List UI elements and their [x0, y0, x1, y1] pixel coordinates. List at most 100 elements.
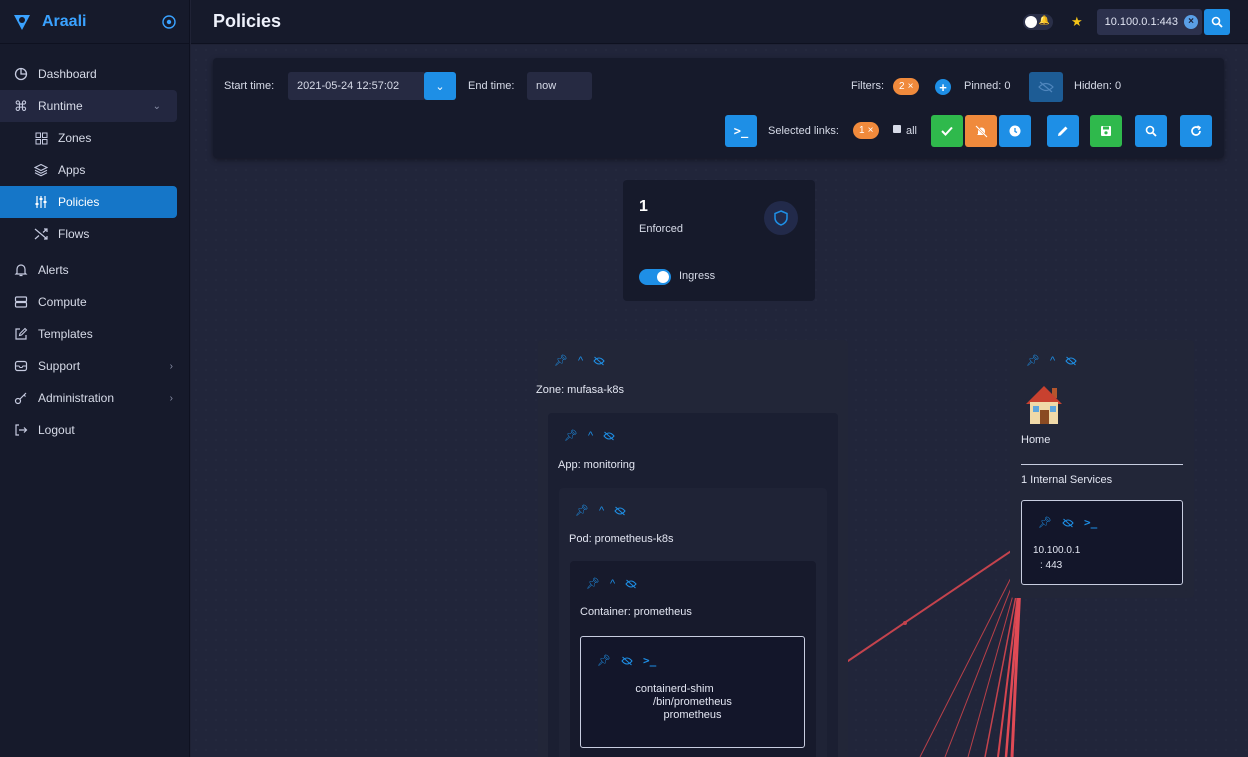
collapse-icon[interactable]: ^ [578, 355, 583, 367]
zoom-icon [1211, 16, 1223, 28]
terminal-icon[interactable]: >_ [1084, 516, 1097, 529]
grid-icon [32, 129, 50, 147]
save-button[interactable] [1090, 115, 1122, 147]
search-input[interactable]: 10.100.0.1:443 × [1096, 8, 1202, 35]
process-name: containerd-shim /bin/prometheus promethe… [581, 683, 804, 722]
sidebar-item-label: Zones [58, 131, 92, 145]
node-actions: 📌︎ ^ [586, 577, 637, 590]
eye-off-icon[interactable] [614, 506, 626, 516]
container-label: Container: prometheus [580, 606, 692, 618]
deny-button[interactable] [965, 115, 997, 147]
sidebar-item-apps[interactable]: Apps [0, 154, 189, 186]
pod-label: Pod: prometheus-k8s [569, 533, 674, 545]
filters-label: Filters: [851, 80, 884, 92]
sidebar-item-zones[interactable]: Zones [0, 122, 189, 154]
eye-off-icon[interactable] [1062, 518, 1074, 528]
shield-icon [764, 201, 798, 235]
sidebar-item-support[interactable]: Support › [0, 350, 189, 382]
clock-pie-icon [12, 65, 30, 83]
enforced-label: Enforced [639, 223, 684, 235]
top-bar-actions: 🔔 ★ 10.100.0.1:443 × [1022, 8, 1248, 35]
chevron-down-icon: ⌄ [152, 100, 161, 112]
filters-count-badge[interactable]: 2 × [893, 78, 920, 95]
collapse-icon[interactable]: ^ [599, 505, 604, 517]
start-time-input[interactable]: 2021-05-24 12:57:02 [288, 72, 426, 100]
process-line: /bin/prometheus [653, 696, 732, 708]
collapse-icon[interactable]: ^ [610, 578, 615, 590]
edit-button[interactable] [1047, 115, 1079, 147]
save-icon [1101, 126, 1111, 136]
sidebar-item-runtime[interactable]: ⌘ Runtime ⌄ [0, 90, 177, 122]
star-icon[interactable]: ★ [1071, 14, 1083, 30]
sidebar-item-compute[interactable]: Compute [0, 286, 189, 318]
home-label: Home [1021, 434, 1051, 446]
server-icon [12, 293, 30, 311]
pinned-count: Pinned: 0 [964, 80, 1011, 92]
sidebar-item-label: Dashboard [38, 67, 97, 81]
allow-button[interactable] [931, 115, 963, 147]
sidebar-item-logout[interactable]: Logout [0, 414, 189, 446]
bell-icon [12, 261, 30, 279]
zoom-icon [1145, 125, 1157, 137]
zoom-fit-button[interactable] [1135, 115, 1167, 147]
terminal-icon[interactable]: >_ [643, 654, 656, 667]
node-actions: 📌︎ >_ [1038, 516, 1097, 529]
node-actions: 📌︎ ^ [554, 354, 605, 367]
eye-off-icon[interactable] [1065, 356, 1077, 366]
target-icon[interactable] [161, 14, 177, 30]
check-icon [941, 126, 953, 136]
sidebar-item-label: Administration [38, 391, 115, 405]
pin-icon[interactable]: 📌︎ [1026, 354, 1040, 367]
top-bar: Policies 🔔 ★ 10.100.0.1:443 × [191, 0, 1248, 44]
process-node[interactable]: 📌︎ >_ containerd-shim /bin/prometheus pr… [580, 636, 805, 748]
refresh-button[interactable] [1180, 115, 1212, 147]
brand-name: Araali [42, 12, 87, 30]
add-filter-button[interactable]: + [935, 79, 951, 95]
clear-icon[interactable]: × [1184, 14, 1198, 29]
terminal-button[interactable]: >_ [725, 115, 757, 147]
shuffle-icon [32, 225, 50, 243]
collapse-icon[interactable]: ^ [1050, 355, 1055, 367]
pencil-icon [1058, 126, 1068, 136]
sidebar-item-label: Alerts [38, 263, 69, 277]
pin-icon[interactable]: 📌︎ [597, 654, 611, 667]
eye-off-icon[interactable] [593, 356, 605, 366]
notification-toggle[interactable]: 🔔 [1022, 13, 1053, 30]
process-line: prometheus [663, 709, 722, 721]
collapse-icon[interactable]: ^ [588, 430, 593, 442]
start-time-dropdown-button[interactable]: ⌄ [424, 72, 456, 100]
pin-icon[interactable]: 📌︎ [586, 577, 600, 590]
brand: Araali [0, 0, 189, 44]
araali-logo-icon [14, 14, 30, 30]
service-node[interactable]: 📌︎ >_ 10.100.0.1 : 443 [1021, 500, 1183, 585]
sidebar-item-alerts[interactable]: Alerts [0, 254, 189, 286]
layers-icon [32, 161, 50, 179]
pin-icon[interactable]: 📌︎ [554, 354, 568, 367]
snooze-button[interactable] [999, 115, 1031, 147]
sidebar-item-label: Runtime [38, 99, 83, 113]
selected-links-count: 1 [859, 125, 865, 136]
end-time-input[interactable]: now [527, 72, 592, 100]
remove-icon: × [867, 125, 874, 136]
ingress-toggle[interactable] [639, 269, 671, 285]
sidebar-item-dashboard[interactable]: Dashboard [0, 58, 189, 90]
select-all-checkbox[interactable] [893, 125, 901, 133]
eye-off-icon[interactable] [603, 431, 615, 441]
pin-icon[interactable]: 📌︎ [564, 429, 578, 442]
sidebar-item-administration[interactable]: Administration › [0, 382, 189, 414]
pin-icon[interactable]: 📌︎ [575, 504, 589, 517]
pin-icon[interactable]: 📌︎ [1038, 516, 1052, 529]
selected-links-badge[interactable]: 1 × [853, 122, 880, 139]
eye-off-icon [1038, 81, 1054, 93]
eye-off-icon[interactable] [625, 579, 637, 589]
chevron-right-icon: › [169, 392, 173, 404]
filters-count: 2 [899, 81, 905, 92]
sidebar-item-policies[interactable]: Policies [0, 186, 177, 218]
sidebar-item-label: Compute [38, 295, 87, 309]
search-button[interactable] [1204, 8, 1230, 35]
toggle-hidden-button[interactable] [1029, 72, 1063, 102]
sidebar-item-templates[interactable]: Templates [0, 318, 189, 350]
sidebar-item-label: Policies [58, 195, 100, 209]
eye-off-icon[interactable] [621, 656, 633, 666]
sidebar-item-flows[interactable]: Flows [0, 218, 189, 250]
